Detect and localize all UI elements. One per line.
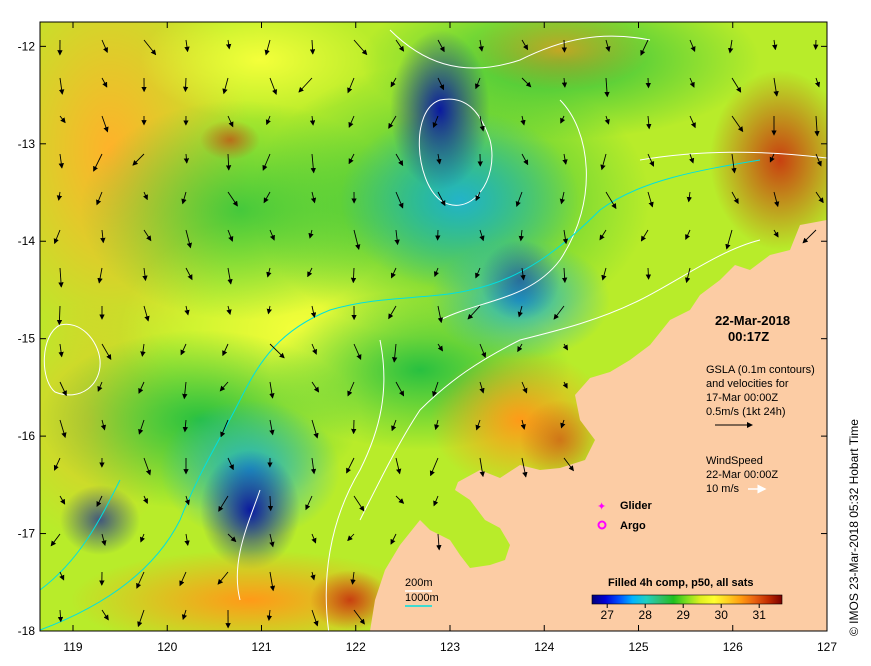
velocity-arrow	[182, 77, 189, 93]
gsla-line-3: 17-Mar 00:00Z	[706, 392, 778, 404]
lat-tick-label: -13	[18, 137, 36, 151]
argo-label: Argo	[620, 520, 646, 532]
depth-1000-label: 1000m	[405, 592, 439, 604]
colorbar-tick-label: 30	[715, 608, 729, 622]
lat-tick-label: -12	[18, 39, 36, 53]
lon-tick-label: 123	[440, 640, 460, 654]
glider-label: Glider	[620, 500, 653, 512]
lon-tick-label: 127	[817, 640, 837, 654]
glider-icon: ✦	[597, 501, 606, 513]
velocity-arrow	[561, 39, 568, 53]
date-label: 22-Mar-2018	[715, 313, 790, 328]
colorbar-tick-label: 27	[601, 608, 615, 622]
colorbar-gradient	[591, 594, 783, 605]
time-label: 00:17Z	[728, 329, 769, 344]
colorbar-tick-label: 29	[677, 608, 691, 622]
sst-map-figure: 119 120 121 122 123 124 125 126 127 -12 -13 -14 -15…	[18, 21, 861, 654]
gsla-line-1: GSLA (0.1m contours)	[706, 364, 815, 376]
velocity-arrow	[645, 77, 651, 89]
colorbar-tick-label: 28	[639, 608, 653, 622]
colorbar-title: Filled 4h comp, p50, all sats	[608, 577, 754, 589]
lat-tick-label: -15	[18, 332, 36, 346]
copyright-side-label: © IMOS 23-Mar-2018 05:32 Hobart Time	[847, 419, 861, 636]
wind-title: WindSpeed	[706, 455, 763, 467]
lat-tick-label: -17	[18, 527, 36, 541]
lon-tick-label: 126	[723, 640, 743, 654]
lon-tick-label: 119	[63, 640, 82, 654]
lon-tick-label: 120	[157, 640, 177, 654]
depth-200-label: 200m	[405, 577, 433, 589]
lon-tick-label: 121	[251, 640, 271, 654]
lat-tick-label: -18	[18, 624, 36, 638]
lon-tick-label: 125	[628, 640, 648, 654]
lon-tick-label: 124	[534, 640, 554, 654]
gsla-line-2: and velocities for	[706, 378, 789, 390]
velocity-scale-label: 0.5m/s (1kt 24h)	[706, 406, 785, 418]
wind-scale-label: 10 m/s	[706, 483, 740, 495]
velocity-arrow	[645, 267, 652, 280]
lat-tick-label: -14	[18, 234, 36, 248]
lat-tick-label: -16	[18, 429, 36, 443]
wind-time: 22-Mar 00:00Z	[706, 469, 778, 481]
lon-tick-label: 122	[346, 640, 366, 654]
colorbar-tick-label: 31	[753, 608, 767, 622]
